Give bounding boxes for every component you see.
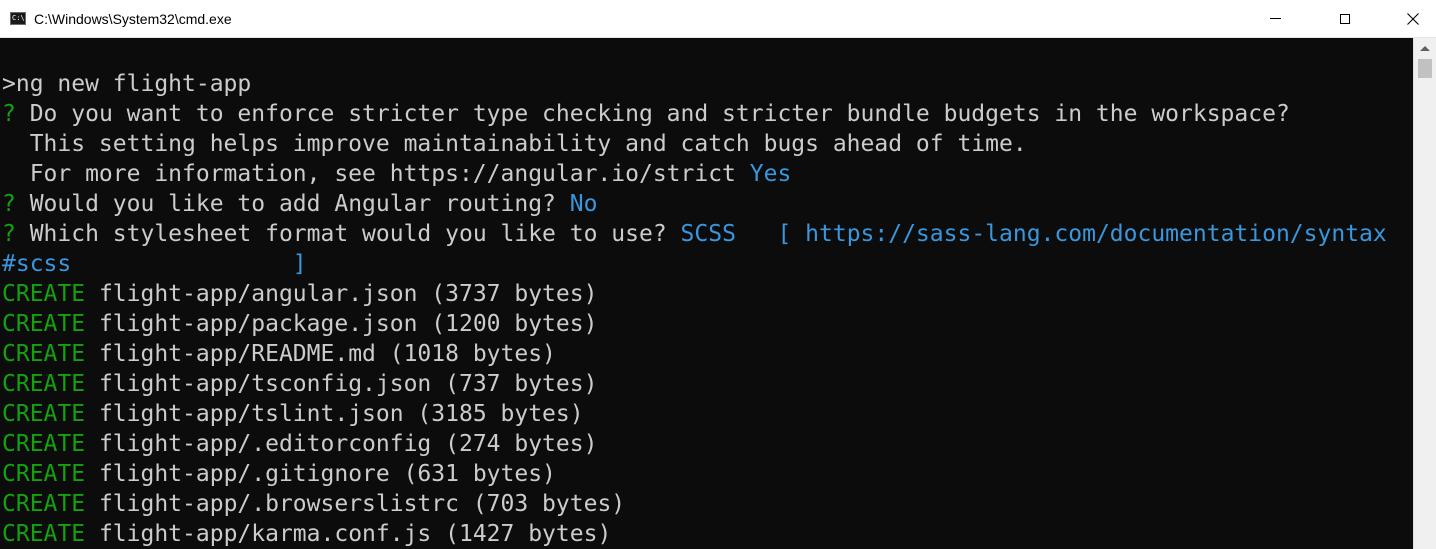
console-text-segment: CREATE bbox=[2, 341, 86, 367]
console-text-segment: CREATE bbox=[2, 521, 86, 547]
console-text-segment: flight-app/.editorconfig (274 bytes) bbox=[85, 431, 598, 457]
console-line: CREATE flight-app/package.json (1200 byt… bbox=[2, 309, 1387, 339]
console-line: CREATE flight-app/angular.json (3737 byt… bbox=[2, 279, 1387, 309]
console-line: ? Which stylesheet format would you like… bbox=[2, 219, 1387, 249]
console-text-segment: CREATE bbox=[2, 461, 86, 487]
console-line: CREATE flight-app/tslint.json (3185 byte… bbox=[2, 399, 1387, 429]
console-text-segment: This setting helps improve maintainabili… bbox=[2, 131, 1027, 157]
close-icon bbox=[1407, 12, 1419, 25]
maximize-icon bbox=[1340, 13, 1350, 24]
console-text-segment: CREATE bbox=[2, 281, 86, 307]
console-line: CREATE flight-app/tsconfig.json (737 byt… bbox=[2, 369, 1387, 399]
console-text-segment: CREATE bbox=[2, 371, 86, 397]
console-line: #scss ] bbox=[2, 249, 1387, 279]
console-text-segment: CREATE bbox=[2, 491, 86, 517]
console-text-segment: ? bbox=[2, 101, 30, 127]
scroll-thumb[interactable] bbox=[1418, 59, 1432, 78]
vertical-scrollbar[interactable] bbox=[1413, 38, 1436, 549]
console-line: This setting helps improve maintainabili… bbox=[2, 129, 1387, 159]
minimize-button[interactable] bbox=[1252, 0, 1298, 37]
console-text-segment: No bbox=[569, 191, 598, 217]
console-text-segment: flight-app/.browserslistrc (703 bytes) bbox=[85, 491, 626, 517]
console-output[interactable]: >ng new flight-app? Do you want to enfor… bbox=[0, 38, 1413, 549]
console-line: >ng new flight-app bbox=[2, 69, 1387, 99]
console-text-segment: Which stylesheet format would you like t… bbox=[29, 221, 681, 247]
window-title: C:\Windows\System32\cmd.exe bbox=[34, 11, 232, 27]
console-line: For more information, see https://angula… bbox=[2, 159, 1387, 189]
console-text-segment: CREATE bbox=[2, 431, 86, 457]
console-line: ? Do you want to enforce stricter type c… bbox=[2, 99, 1387, 129]
console-text-segment: flight-app/tslint.json (3185 bytes) bbox=[85, 401, 584, 427]
console-text-segment: SCSS [ https://sass-lang.com/documentati… bbox=[680, 221, 1387, 247]
console-text-segment: CREATE bbox=[2, 401, 86, 427]
title-bar[interactable]: C:\. C:\Windows\System32\cmd.exe bbox=[0, 0, 1436, 38]
console-text-segment: ? bbox=[2, 191, 30, 217]
console-text-segment: For more information, see https://angula… bbox=[2, 161, 750, 187]
console-text-segment: flight-app/package.json (1200 bytes) bbox=[85, 311, 598, 337]
maximize-button[interactable] bbox=[1322, 0, 1368, 37]
console-lines: >ng new flight-app? Do you want to enfor… bbox=[2, 69, 1387, 549]
console-text-segment: flight-app/angular.json (3737 bytes) bbox=[85, 281, 598, 307]
close-button[interactable] bbox=[1390, 0, 1436, 37]
console-text-segment: ? bbox=[2, 221, 30, 247]
console-line: CREATE flight-app/.gitignore (631 bytes) bbox=[2, 459, 1387, 489]
console-text-segment: flight-app/.gitignore (631 bytes) bbox=[85, 461, 556, 487]
console-text-segment: #scss ] bbox=[2, 251, 307, 277]
console-line: CREATE flight-app/.browserslistrc (703 b… bbox=[2, 489, 1387, 519]
console-text-segment: CREATE bbox=[2, 311, 86, 337]
console-text-segment: Yes bbox=[749, 161, 792, 187]
console-line: CREATE flight-app/.editorconfig (274 byt… bbox=[2, 429, 1387, 459]
minimize-icon bbox=[1269, 18, 1281, 19]
console-text-segment: Would you like to add Angular routing? bbox=[29, 191, 570, 217]
console-text-segment: Do you want to enforce stricter type che… bbox=[29, 101, 1290, 127]
console-line: CREATE flight-app/karma.conf.js (1427 by… bbox=[2, 519, 1387, 549]
console-line: ? Would you like to add Angular routing?… bbox=[2, 189, 1387, 219]
console-text-segment: flight-app/karma.conf.js (1427 bytes) bbox=[85, 521, 612, 547]
console-text-segment: flight-app/tsconfig.json (737 bytes) bbox=[85, 371, 598, 397]
console-text-segment: >ng new flight-app bbox=[2, 71, 252, 97]
console-text-segment: flight-app/README.md (1018 bytes) bbox=[85, 341, 556, 367]
scroll-up-arrow-icon bbox=[1420, 45, 1430, 51]
console-line: CREATE flight-app/README.md (1018 bytes) bbox=[2, 339, 1387, 369]
scroll-up-button[interactable] bbox=[1414, 38, 1436, 58]
cmd-icon[interactable]: C:\. bbox=[10, 12, 26, 25]
